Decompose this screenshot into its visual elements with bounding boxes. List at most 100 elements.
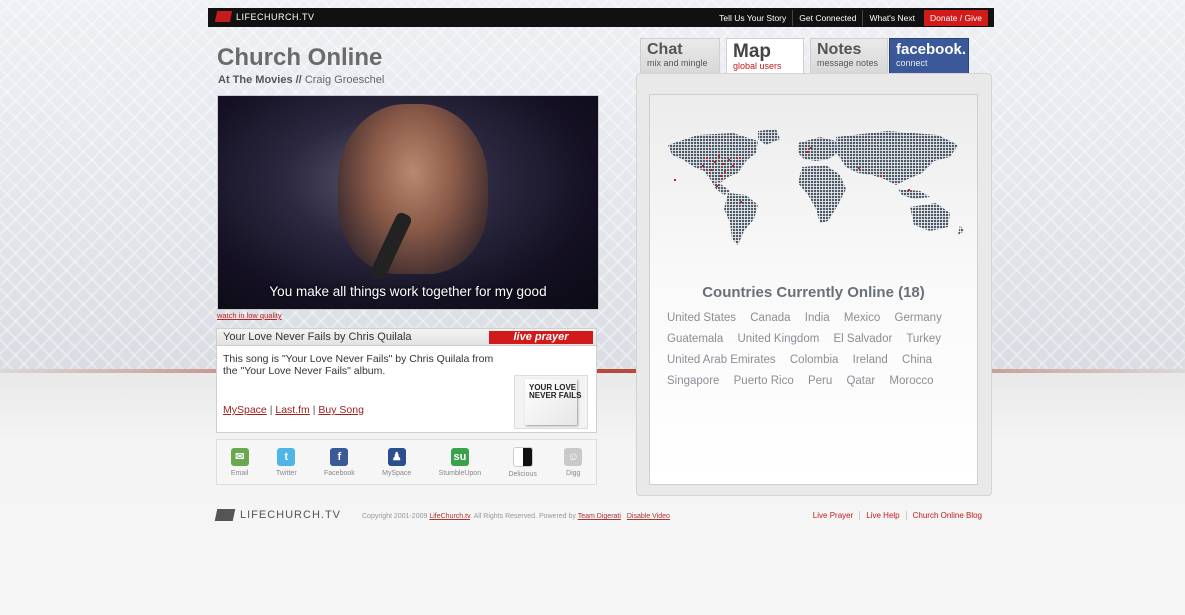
- live-prayer-button[interactable]: live prayer: [489, 331, 593, 344]
- facebook-icon: f: [330, 447, 349, 466]
- country-item: El Salvador: [833, 333, 893, 345]
- logo-text: LIFECHURCH.TV: [236, 11, 315, 22]
- user-marker: [718, 155, 720, 157]
- donate-button[interactable]: Donate / Give: [924, 10, 988, 26]
- map-panel: Countries Currently Online (18) United S…: [636, 73, 992, 496]
- footer-church-online-blog[interactable]: Church Online Blog: [905, 511, 988, 520]
- song-header: Your Love Never Fails by Chris Quilala l…: [217, 329, 596, 346]
- user-marker: [732, 165, 734, 167]
- nav-whats-next[interactable]: What's Next: [862, 10, 921, 26]
- share-myspace[interactable]: ♟ MySpace: [382, 447, 412, 477]
- song-title: Your Love Never Fails by Chris Quilala: [223, 331, 412, 343]
- user-marker: [728, 159, 730, 161]
- copyright-mid: . All Rights Reserved. Powered by: [470, 513, 576, 520]
- country-item: Turkey: [906, 333, 942, 345]
- song-info-box: Your Love Never Fails by Chris Quilala l…: [216, 328, 597, 433]
- copyright-text: Copyright 2001-2009 LifeChurch.tv. All R…: [362, 513, 670, 520]
- countries-online-heading: Countries Currently Online (18): [702, 284, 925, 301]
- logo-icon: [214, 11, 233, 22]
- digg-icon: ☺: [564, 447, 583, 466]
- album-art[interactable]: YOUR LOVE NEVER FAILS: [514, 375, 588, 429]
- country-item: Guatemala: [667, 333, 724, 345]
- user-marker: [706, 157, 708, 159]
- tab-notes[interactable]: Notes message notes: [810, 38, 888, 73]
- share-email[interactable]: ✉ Email: [230, 447, 249, 477]
- tab-map[interactable]: Map global users: [726, 38, 804, 74]
- nav-get-connected[interactable]: Get Connected: [792, 10, 862, 26]
- share-label: MySpace: [382, 469, 412, 477]
- footer: LIFECHURCH.TV Copyright 2001-2009 LifeCh…: [208, 507, 994, 525]
- share-twitter[interactable]: t Twitter: [276, 447, 297, 477]
- share-delicious[interactable]: Delicious: [508, 446, 537, 478]
- countries-list: United States Canada India Mexico German…: [667, 308, 967, 392]
- user-marker: [908, 189, 910, 191]
- myspace-link[interactable]: MySpace: [223, 404, 267, 416]
- country-item: Morocco: [889, 375, 934, 387]
- stumbleupon-icon: su: [450, 447, 469, 466]
- tab-chat[interactable]: Chat mix and mingle: [640, 38, 720, 73]
- user-marker: [722, 163, 724, 165]
- user-marker: [716, 185, 718, 187]
- map-new-zealand: [958, 225, 964, 235]
- map-asia: [836, 131, 958, 185]
- lastfm-link[interactable]: Last.fm: [275, 404, 309, 416]
- map-greenland: [758, 129, 780, 145]
- map-africa: [798, 165, 846, 223]
- footer-live-help[interactable]: Live Help: [859, 511, 905, 520]
- watch-low-quality-link[interactable]: watch in low quality: [217, 311, 282, 320]
- lifechurch-link[interactable]: LifeChurch.tv: [429, 513, 470, 520]
- map-southeast-asia: [898, 189, 930, 199]
- country-item: China: [902, 354, 933, 366]
- album-cover-text: YOUR LOVE NEVER FAILS: [529, 383, 582, 400]
- video-player[interactable]: You make all things work together for my…: [217, 95, 599, 310]
- footer-logo[interactable]: LIFECHURCH.TV: [214, 509, 342, 521]
- country-item: Germany: [894, 312, 942, 324]
- lifechurch-logo[interactable]: LIFECHURCH.TV: [214, 11, 315, 22]
- footer-logo-text: LIFECHURCH.TV: [240, 509, 342, 521]
- team-digerati-link[interactable]: Team Digerati: [578, 513, 621, 520]
- share-digg[interactable]: ☺ Digg: [564, 447, 583, 477]
- user-marker: [714, 161, 716, 163]
- link-separator: |: [312, 404, 316, 416]
- map-australia: [910, 203, 950, 231]
- tab-subtitle: message notes: [817, 58, 879, 68]
- share-label: Delicious: [508, 470, 537, 478]
- user-marker: [710, 169, 712, 171]
- country-item: Colombia: [789, 354, 839, 366]
- tab-title: Notes: [817, 41, 862, 58]
- country-item: Qatar: [846, 375, 876, 387]
- video-frame-image: [338, 104, 488, 274]
- user-marker: [880, 175, 882, 177]
- map-south-america: [724, 193, 758, 245]
- email-icon: ✉: [230, 447, 249, 466]
- user-marker: [740, 201, 742, 203]
- map-panel-content: Countries Currently Online (18) United S…: [649, 94, 978, 485]
- user-marker: [720, 175, 722, 177]
- share-label: StumbleUpon: [438, 469, 482, 477]
- copyright-prefix: Copyright 2001-2009: [362, 513, 428, 520]
- country-item: Peru: [807, 375, 833, 387]
- tab-facebook[interactable]: facebook. connect: [889, 38, 969, 73]
- user-marker: [702, 165, 704, 167]
- nav-tell-us-your-story[interactable]: Tell Us Your Story: [713, 10, 792, 26]
- tab-subtitle: connect: [896, 58, 928, 68]
- footer-live-prayer[interactable]: Live Prayer: [807, 511, 859, 520]
- tab-title: facebook.: [896, 41, 967, 58]
- link-separator: |: [269, 404, 273, 416]
- map-europe: [798, 137, 838, 161]
- country-item: United Kingdom: [737, 333, 820, 345]
- share-facebook[interactable]: f Facebook: [324, 447, 355, 477]
- country-item: United Arab Emirates: [667, 354, 776, 366]
- country-item: Puerto Rico: [733, 375, 794, 387]
- delicious-icon: [512, 446, 533, 467]
- tab-title: Chat: [647, 41, 683, 58]
- share-stumbleupon[interactable]: su StumbleUpon: [438, 447, 482, 477]
- country-item: Canada: [750, 312, 791, 324]
- disable-video-link[interactable]: Disable Video: [627, 513, 670, 520]
- buy-song-link[interactable]: Buy Song: [318, 404, 364, 416]
- share-bar: ✉ Email t Twitter f Facebook ♟ MySpace s…: [216, 439, 597, 485]
- footer-links: Live Prayer Live Help Church Online Blog: [807, 511, 988, 520]
- series-name: At The Movies //: [218, 74, 302, 86]
- map-north-america: [668, 133, 758, 183]
- page-title: Church Online: [217, 44, 383, 71]
